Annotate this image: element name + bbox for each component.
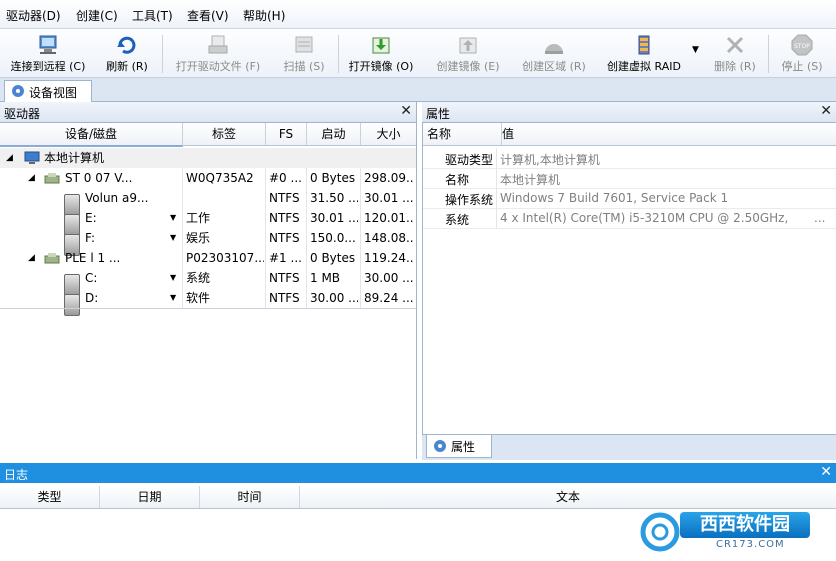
property-row[interactable]: 名称 本地计算机: [423, 168, 836, 189]
tree-row-partition-c[interactable]: C: ▼ 系统 NTFS 1 MB 30.00 ...: [0, 268, 416, 296]
menu-bar: 驱动器(D) 创建(C) 工具(T) 查看(V) 帮助(H): [0, 0, 836, 29]
connect-remote-button[interactable]: 连接到远程 (C): [6, 31, 90, 75]
watermark-logo-icon: [640, 512, 680, 552]
refresh-icon: [117, 36, 136, 54]
menu-help[interactable]: 帮助(H): [243, 7, 285, 24]
properties-pane-header: 属性 ✕: [422, 102, 836, 123]
watermark-logo: 西西软件园 CR173.COM: [636, 510, 816, 552]
property-row[interactable]: 系统 4 x Intel(R) Core(TM) i5-3210M CPU @ …: [423, 208, 836, 229]
computer-icon: [39, 35, 57, 54]
dropdown-arrow-icon[interactable]: ▼: [170, 228, 176, 248]
tree-row-volume[interactable]: Volun a9... NTFS 31.50 ... 30.01 ...: [0, 188, 416, 216]
drives-column-header: 设备/磁盘 标签 FS 启动 大小: [0, 123, 416, 147]
menu-drive[interactable]: 驱动器(D): [6, 7, 61, 24]
properties-icon: [434, 440, 446, 452]
col-text[interactable]: 文本: [300, 486, 836, 508]
stop-button[interactable]: STOP 停止 (S): [774, 31, 830, 75]
properties-column-header: 名称 值: [423, 123, 836, 146]
create-image-button[interactable]: 创建镜像 (E): [428, 31, 508, 75]
stop-icon: STOP: [791, 34, 813, 56]
list-bottom-line: [0, 308, 416, 309]
close-icon[interactable]: ✕: [820, 103, 832, 119]
col-size[interactable]: 大小: [361, 123, 416, 145]
open-drive-file-button[interactable]: 打开驱动文件 (F): [168, 31, 268, 75]
col-label[interactable]: 标签: [183, 123, 266, 145]
column-divider: [265, 168, 266, 308]
volume-icon: [64, 294, 80, 316]
create-image-icon: [459, 37, 477, 54]
log-pane-header: 日志 ✕: [0, 463, 836, 483]
device-view-icon: [12, 85, 24, 97]
tab-properties[interactable]: 属性: [426, 435, 492, 458]
view-tab-strip: 设备视图: [0, 78, 836, 102]
tree-row-partition-e[interactable]: E: ▼ 工作 NTFS 30.01 ... 120.01...: [0, 208, 416, 236]
raid-icon: [638, 35, 650, 55]
dropdown-arrow-icon[interactable]: ▼: [170, 268, 176, 288]
col-fs[interactable]: FS: [266, 123, 307, 145]
col-date[interactable]: 日期: [100, 486, 200, 508]
log-pane-title: 日志: [4, 468, 29, 482]
close-icon[interactable]: ✕: [400, 103, 412, 119]
scan-icon: [295, 36, 313, 53]
col-device[interactable]: 设备/磁盘: [0, 123, 183, 147]
create-virtual-raid-button[interactable]: 创建虚拟 RAID: [600, 31, 688, 75]
dropdown-arrow-icon[interactable]: ▼: [170, 288, 176, 308]
log-column-header: 类型 日期 时间 文本: [0, 486, 836, 509]
tree-row-disk-1[interactable]: ◢ PLE l 1 ... P02303107... #1 ... 0 Byte…: [0, 248, 416, 268]
menu-tools[interactable]: 工具(T): [132, 7, 173, 24]
toolbar-separator: [768, 35, 769, 73]
create-region-button[interactable]: 创建区域 (R): [514, 31, 594, 75]
property-row[interactable]: 驱动类型 计算机,本地计算机: [423, 148, 836, 169]
col-name[interactable]: 名称: [423, 123, 502, 145]
drives-pane-title: 驱动器: [4, 107, 41, 121]
watermark-domain: CR173.COM: [716, 539, 785, 550]
toolbar-separator: [162, 35, 163, 73]
dropdown-arrow-icon[interactable]: ▼: [170, 208, 176, 228]
drive-file-icon: [208, 35, 228, 54]
region-icon: [545, 44, 563, 54]
col-start[interactable]: 启动: [307, 123, 361, 145]
column-divider: [182, 168, 183, 308]
menu-create[interactable]: 创建(C): [76, 7, 118, 24]
tree-row-partition-d[interactable]: D: ▼ 软件 NTFS 30.00 ... 89.24 ...: [0, 288, 416, 316]
watermark-brand: 西西软件园: [680, 512, 810, 538]
collapse-arrow-icon[interactable]: ◢: [28, 168, 35, 188]
scan-button[interactable]: 扫描 (S): [278, 31, 330, 75]
collapse-arrow-icon[interactable]: ◢: [6, 148, 13, 168]
drives-pane-header: 驱动器 ✕: [0, 102, 416, 123]
menu-view[interactable]: 查看(V): [187, 7, 229, 24]
computer-icon: [24, 151, 40, 164]
disk-drive-icon: [44, 253, 60, 264]
raid-dropdown-arrow-icon[interactable]: ▼: [692, 45, 699, 55]
property-ellipsis: ...: [814, 211, 826, 225]
properties-tab-strip: 属性: [422, 434, 836, 460]
col-value[interactable]: 值: [498, 123, 836, 145]
collapse-arrow-icon[interactable]: ◢: [28, 248, 35, 268]
close-icon[interactable]: ✕: [820, 464, 832, 480]
toolbar: 连接到远程 (C) 刷新 (R) 打开驱动文件 (F) 扫描 (S) 打开镜像 …: [0, 29, 836, 78]
properties-pane-title: 属性: [426, 107, 451, 121]
svg-text:STOP: STOP: [794, 43, 810, 50]
delete-button[interactable]: 删除 (R): [706, 31, 764, 75]
open-image-button[interactable]: 打开镜像 (O): [344, 31, 418, 75]
refresh-button[interactable]: 刷新 (R): [100, 31, 154, 75]
tree-row-local-computer[interactable]: ◢ 本地计算机: [0, 148, 416, 168]
tree-row-disk-0[interactable]: ◢ ST 0 07 V... W0Q735A2 #0 ... 0 Bytes 2…: [0, 168, 416, 188]
property-row[interactable]: 操作系统 Windows 7 Build 7601, Service Pack …: [423, 188, 836, 209]
delete-icon: [726, 36, 744, 54]
column-divider: [306, 168, 307, 308]
tab-device-view[interactable]: 设备视图: [4, 80, 92, 102]
disk-drive-icon: [44, 173, 60, 184]
column-divider: [360, 168, 361, 308]
toolbar-separator: [338, 35, 339, 73]
column-divider: [496, 148, 497, 228]
col-type[interactable]: 类型: [0, 486, 100, 508]
tree-row-partition-f[interactable]: F: ▼ 娱乐 NTFS 150.0... 148.08...: [0, 228, 416, 256]
col-time[interactable]: 时间: [200, 486, 300, 508]
open-image-icon: [372, 37, 390, 54]
